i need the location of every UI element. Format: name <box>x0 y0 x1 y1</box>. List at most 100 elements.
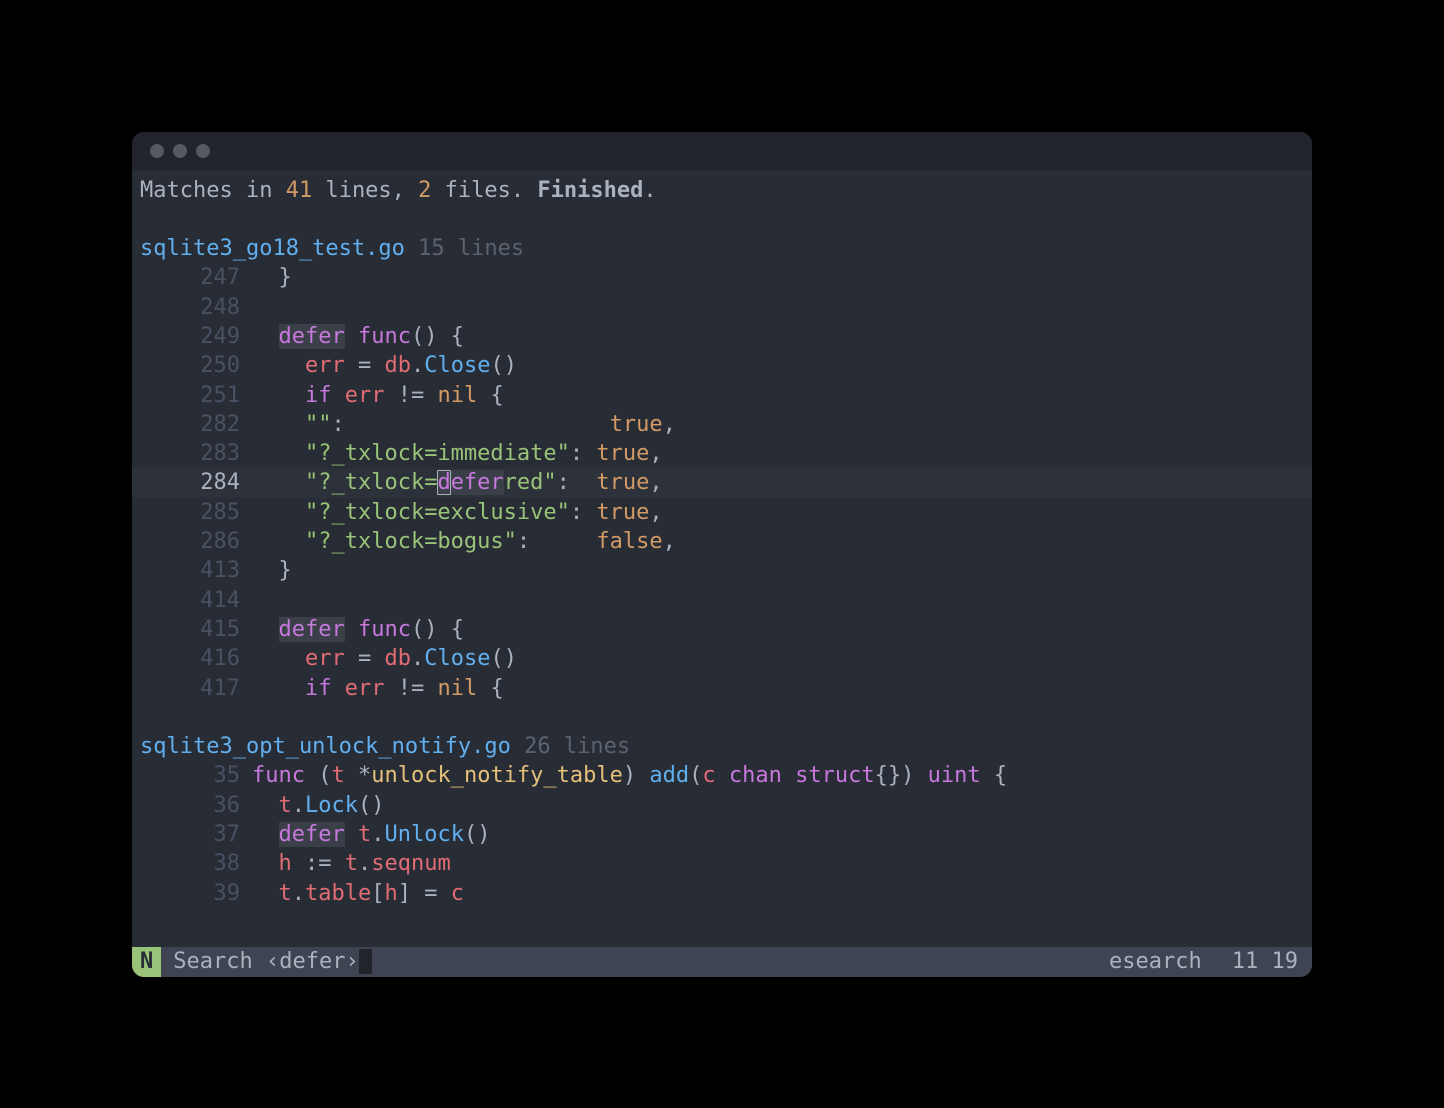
token: ( <box>689 763 702 788</box>
code-content: defer t.Unlock() <box>252 820 490 849</box>
token: [ <box>371 881 384 906</box>
close-icon[interactable] <box>150 144 164 158</box>
token: Close <box>424 646 490 671</box>
file-header[interactable]: sqlite3_go18_test.go 15 lines <box>132 234 1312 263</box>
code-line[interactable]: 414 <box>132 586 1312 615</box>
token <box>331 383 344 408</box>
token: Lock <box>305 793 358 818</box>
code-line[interactable]: 413 } <box>132 556 1312 585</box>
code-line[interactable]: 286 "?_txlock=bogus": false, <box>132 527 1312 556</box>
token <box>716 763 729 788</box>
file-name[interactable]: sqlite3_go18_test.go <box>140 234 405 263</box>
token: : <box>517 529 596 554</box>
code-line[interactable]: 38 h := t.seqnum <box>132 849 1312 878</box>
line-number: 248 <box>132 293 252 322</box>
token: t <box>279 793 292 818</box>
token: () <box>358 793 385 818</box>
code-content: t.Lock() <box>252 791 384 820</box>
token: "?_txlock=bogus" <box>305 529 517 554</box>
line-number: 413 <box>132 556 252 585</box>
token: t <box>279 881 292 906</box>
summary-prefix: Matches in <box>140 176 286 205</box>
token: true <box>596 500 649 525</box>
code-line[interactable]: 283 "?_txlock=immediate": true, <box>132 439 1312 468</box>
code-line[interactable]: 251 if err != nil { <box>132 381 1312 410</box>
search-summary: Matches in 41 lines, 2 files. Finished . <box>132 176 1312 205</box>
code-line[interactable]: 416 err = db.Close() <box>132 644 1312 673</box>
token: , <box>663 412 676 437</box>
token: } <box>279 265 292 290</box>
token: () { <box>411 324 464 349</box>
file-line-count: 26 lines <box>524 732 630 761</box>
code-line[interactable]: 247 } <box>132 263 1312 292</box>
code-line[interactable]: 35func (t *unlock_notify_table) add(c ch… <box>132 761 1312 790</box>
search-query[interactable]: defer <box>279 949 345 974</box>
token: c <box>451 881 464 906</box>
query-open: ‹ <box>266 949 279 974</box>
line-number: 415 <box>132 615 252 644</box>
code-content: defer func() { <box>252 322 464 351</box>
token <box>252 412 305 437</box>
line-number: 414 <box>132 586 252 615</box>
token: () <box>490 353 517 378</box>
code-line[interactable]: 282 "": true, <box>132 410 1312 439</box>
code-content: err = db.Close() <box>252 644 517 673</box>
editor-content[interactable]: Matches in 41 lines, 2 files. Finished .… <box>132 170 1312 947</box>
token: , <box>649 441 662 466</box>
code-line[interactable]: 415 defer func() { <box>132 615 1312 644</box>
token: struct <box>795 763 874 788</box>
token <box>252 470 305 495</box>
line-number: 39 <box>132 879 252 908</box>
token: . <box>292 881 305 906</box>
code-line[interactable]: 249 defer func() { <box>132 322 1312 351</box>
token: err <box>305 353 345 378</box>
code-line[interactable]: 417 if err != nil { <box>132 674 1312 703</box>
search-input-cursor[interactable] <box>359 949 372 974</box>
token: t <box>345 851 358 876</box>
code-line[interactable]: 248 <box>132 293 1312 322</box>
line-number: 417 <box>132 674 252 703</box>
code-line[interactable]: 284 "?_txlock=deferred": true, <box>132 468 1312 497</box>
token: {}) <box>875 763 928 788</box>
code-line[interactable]: 285 "?_txlock=exclusive": true, <box>132 498 1312 527</box>
file-list: sqlite3_go18_test.go 15 lines247 }248249… <box>132 234 1312 908</box>
token <box>252 353 305 378</box>
token: h <box>279 851 292 876</box>
token: defer <box>279 822 345 847</box>
token <box>252 324 279 349</box>
token: . <box>292 793 305 818</box>
token <box>252 383 305 408</box>
token <box>252 822 279 847</box>
minimize-icon[interactable] <box>173 144 187 158</box>
token <box>252 881 279 906</box>
code-content: defer func() { <box>252 615 464 644</box>
line-number: 247 <box>132 263 252 292</box>
token: ) <box>623 763 650 788</box>
code-line[interactable]: 37 defer t.Unlock() <box>132 820 1312 849</box>
file-name[interactable]: sqlite3_opt_unlock_notify.go <box>140 732 511 761</box>
line-number: 284 <box>132 468 252 497</box>
zoom-icon[interactable] <box>196 144 210 158</box>
code-line[interactable]: 250 err = db.Close() <box>132 351 1312 380</box>
mode-letter: N <box>140 949 153 974</box>
token: { <box>981 763 1008 788</box>
code-content: "?_txlock=bogus": false, <box>252 527 676 556</box>
summary-suffix: . <box>643 176 656 205</box>
token <box>252 676 305 701</box>
token: chan <box>729 763 782 788</box>
code-content: if err != nil { <box>252 381 504 410</box>
token: ( <box>305 763 332 788</box>
token: nil <box>437 676 477 701</box>
token: unlock_notify_table <box>371 763 623 788</box>
token <box>345 324 358 349</box>
titlebar[interactable] <box>132 132 1312 170</box>
code-line[interactable]: 39 t.table[h] = c <box>132 879 1312 908</box>
summary-file-count: 2 <box>418 176 431 205</box>
file-header[interactable]: sqlite3_opt_unlock_notify.go 26 lines <box>132 732 1312 761</box>
code-line[interactable]: 36 t.Lock() <box>132 791 1312 820</box>
token <box>252 617 279 642</box>
cursor-position: 11 19 <box>1232 949 1298 974</box>
token: "?_txlock=immediate" <box>305 441 570 466</box>
token: err <box>305 646 345 671</box>
line-number: 282 <box>132 410 252 439</box>
